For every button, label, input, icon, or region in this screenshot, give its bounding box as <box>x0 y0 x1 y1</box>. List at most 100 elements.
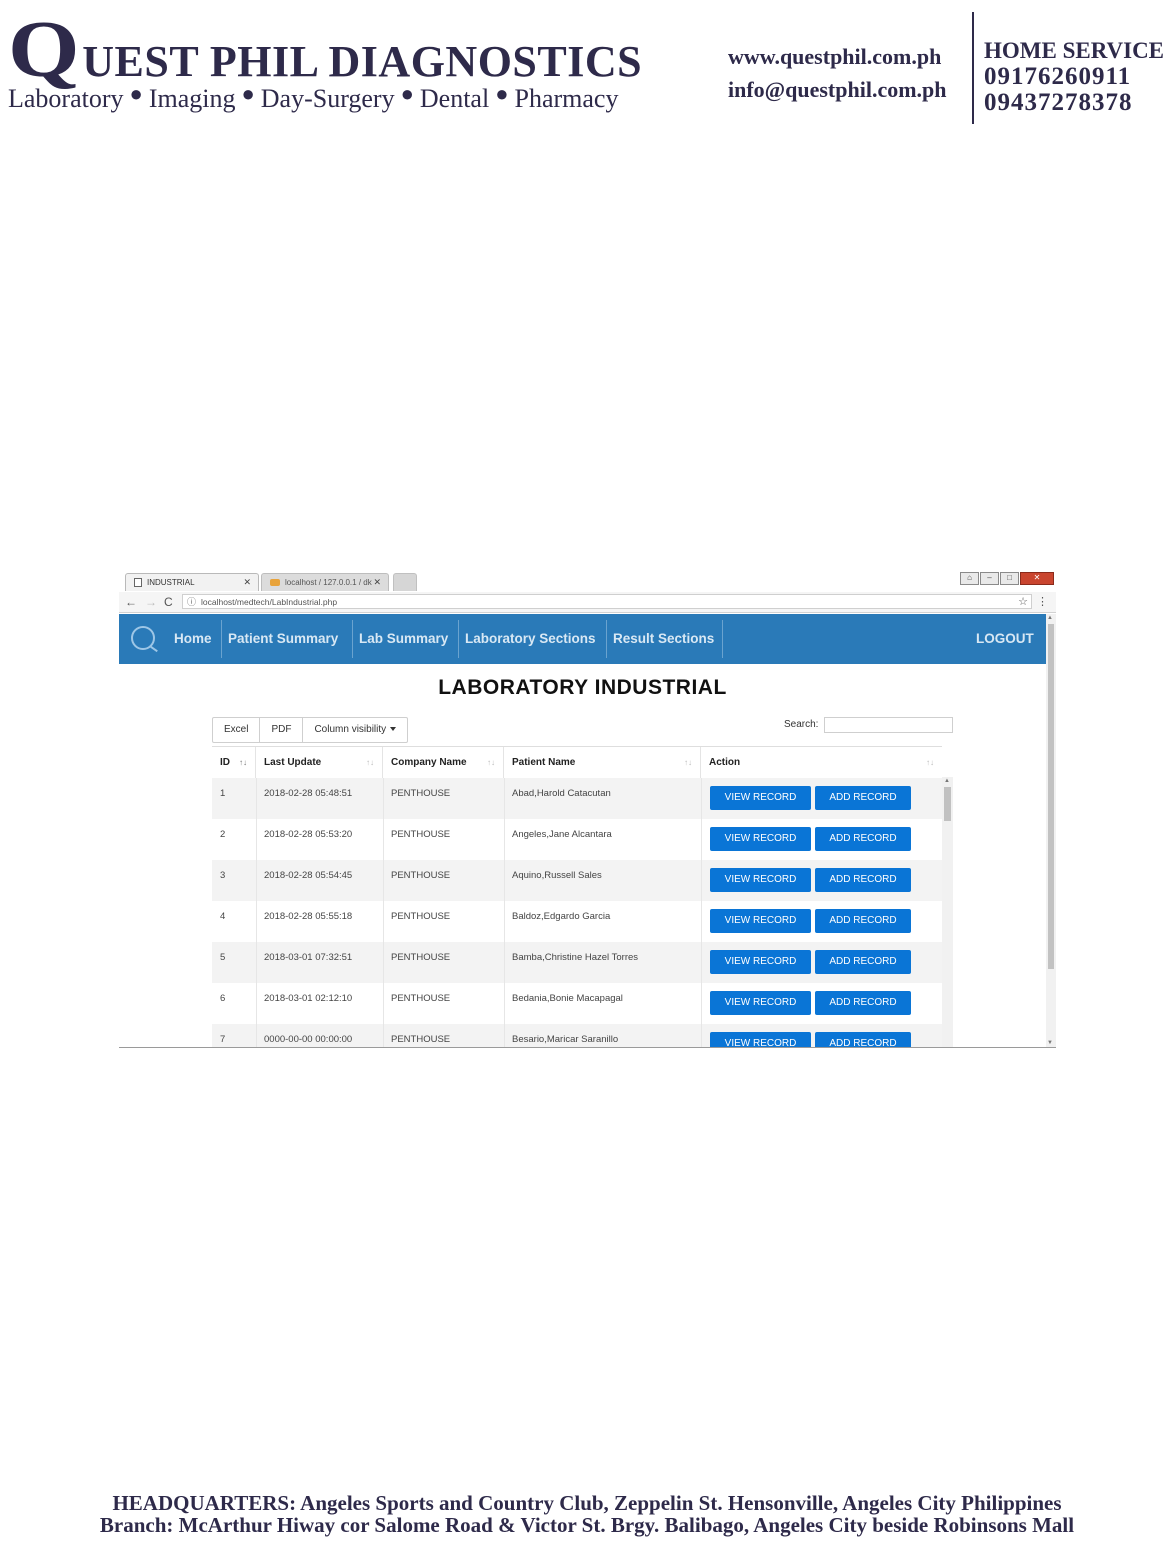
app-logo-icon[interactable] <box>131 626 155 650</box>
forward-icon[interactable]: → <box>145 595 157 609</box>
tab-phpmyadmin[interactable]: localhost / 127.0.0.1 / dk ✕ <box>261 573 389 591</box>
table-scrollbar[interactable]: ▲ <box>942 777 953 1047</box>
add-record-button[interactable]: ADD RECORD <box>815 868 911 892</box>
nav-divider <box>352 620 353 658</box>
sort-icon: ↑↓ <box>487 758 495 767</box>
page-viewport: Home Patient Summary Lab Summary Laborat… <box>119 614 1046 1047</box>
nav-result-sections[interactable]: Result Sections <box>613 614 714 664</box>
column-divider <box>504 778 505 1047</box>
nav-lab-summary[interactable]: Lab Summary <box>359 614 448 664</box>
column-label: Action <box>709 757 741 768</box>
excel-button[interactable]: Excel <box>213 718 261 742</box>
window-controls: ⌂ – □ ✕ <box>960 572 1054 585</box>
column-label: Last Update <box>264 757 322 768</box>
table-row: 4 2018-02-28 05:55:18 PENTHOUSE Baldoz,Edga… <box>212 901 942 942</box>
url-text: localhost/medtech/LabIndustrial.php <box>201 597 338 607</box>
column-visibility-button[interactable]: Column visibility <box>303 718 407 742</box>
close-tab-icon[interactable]: ✕ <box>373 577 381 588</box>
column-header-company-name[interactable]: Company Name ↑↓ <box>383 747 504 778</box>
bookmark-star-icon[interactable]: ☆ <box>1018 595 1028 608</box>
info-icon[interactable]: ⓘ <box>187 595 196 610</box>
menu-dots-icon[interactable]: ⋮ <box>1037 595 1048 608</box>
cell-id: 6 <box>220 993 226 1004</box>
logout-link[interactable]: LOGOUT <box>976 614 1034 664</box>
sort-icon: ↑↓ <box>239 758 247 767</box>
view-record-button[interactable]: VIEW RECORD <box>710 786 811 810</box>
nav-home[interactable]: Home <box>174 614 212 664</box>
bullet-icon: ● <box>129 81 143 106</box>
home-service-block: HOME SERVICE 09176260911 09437278378 <box>984 38 1164 116</box>
pdf-button[interactable]: PDF <box>260 718 304 742</box>
column-header-action[interactable]: Action ↑↓ <box>701 747 942 778</box>
table-row: 2 2018-02-28 05:53:20 PENTHOUSE Angeles,Jan… <box>212 819 942 860</box>
cell-id: 7 <box>220 1034 226 1045</box>
column-header-patient-name[interactable]: Patient Name ↑↓ <box>504 747 701 778</box>
nav-laboratory-sections[interactable]: Laboratory Sections <box>465 614 596 664</box>
letterhead-brand: QUEST PHIL DIAGNOSTICS Laboratory ● Imagin… <box>8 10 708 114</box>
cell-id: 2 <box>220 829 226 840</box>
new-tab-button[interactable] <box>393 573 417 591</box>
cell-company: PENTHOUSE <box>391 870 451 881</box>
cell-last-update: 2018-03-01 02:12:10 <box>264 993 353 1004</box>
maximize-icon[interactable]: □ <box>1000 572 1019 585</box>
user-icon[interactable]: ⌂ <box>960 572 979 585</box>
nav-patient-summary[interactable]: Patient Summary <box>228 614 338 664</box>
sort-icon: ↑↓ <box>366 758 374 767</box>
view-record-button[interactable]: VIEW RECORD <box>710 827 811 851</box>
tab-industrial[interactable]: INDUSTRIAL ✕ <box>125 573 259 591</box>
back-icon[interactable]: ← <box>125 595 137 609</box>
scroll-up-icon[interactable]: ▲ <box>944 778 950 784</box>
add-record-button[interactable]: ADD RECORD <box>815 950 911 974</box>
view-record-button[interactable]: VIEW RECORD <box>710 1032 811 1047</box>
add-record-button[interactable]: ADD RECORD <box>815 1032 911 1047</box>
reload-icon[interactable]: C <box>164 595 173 609</box>
nav-divider <box>606 620 607 658</box>
view-record-button[interactable]: VIEW RECORD <box>710 909 811 933</box>
cell-last-update: 0000-00-00 00:00:00 <box>264 1034 353 1045</box>
add-record-button[interactable]: ADD RECORD <box>815 991 911 1015</box>
cell-id: 5 <box>220 952 226 963</box>
service-item: Dental <box>419 84 490 113</box>
url-input[interactable]: ⓘ localhost/medtech/LabIndustrial.php <box>182 594 1032 609</box>
bullet-icon: ● <box>400 81 414 106</box>
service-list: Laboratory ● Imaging ● Day-Surgery ● Dental ● Ph… <box>8 81 708 114</box>
column-visibility-label: Column visibility <box>314 724 387 735</box>
page-scrollbar[interactable]: ▲ ▼ <box>1046 614 1056 1047</box>
cell-last-update: 2018-02-28 05:54:45 <box>264 870 353 881</box>
phone-number: 09437278378 <box>984 89 1133 116</box>
cell-last-update: 2018-02-28 05:48:51 <box>264 788 353 799</box>
close-tab-icon[interactable]: ✕ <box>243 577 251 588</box>
scroll-thumb[interactable] <box>944 787 951 821</box>
column-header-id[interactable]: ID ↑↓ <box>212 747 256 778</box>
column-header-last-update[interactable]: Last Update ↑↓ <box>256 747 383 778</box>
contact-info: www.questphil.com.ph info@questphil.com.… <box>728 40 947 106</box>
table-row: 3 2018-02-28 05:54:45 PENTHOUSE Aquino,Russ… <box>212 860 942 901</box>
cell-id: 4 <box>220 911 226 922</box>
add-record-button[interactable]: ADD RECORD <box>815 909 911 933</box>
caret-down-icon <box>390 727 397 732</box>
search-input[interactable] <box>824 717 953 733</box>
phone-number: 09176260911 <box>984 63 1132 90</box>
scroll-down-icon[interactable]: ▼ <box>1047 1040 1053 1046</box>
view-record-button[interactable]: VIEW RECORD <box>710 868 811 892</box>
records-table: ID ↑↓ Last Update ↑↓ Company Name ↑↓ Patien… <box>212 746 942 1047</box>
add-record-button[interactable]: ADD RECORD <box>815 786 911 810</box>
cell-company: PENTHOUSE <box>391 952 451 963</box>
close-window-icon[interactable]: ✕ <box>1020 572 1054 585</box>
table-body: 1 2018-02-28 05:48:51 PENTHOUSE Abad,Harold… <box>212 778 942 1047</box>
brand-name: QUEST PHIL DIAGNOSTICS <box>8 10 708 90</box>
scroll-thumb[interactable] <box>1048 624 1054 969</box>
service-item: Pharmacy <box>514 84 619 113</box>
table-row: 1 2018-02-28 05:48:51 PENTHOUSE Abad,Harold… <box>212 778 942 819</box>
nav-divider <box>458 620 459 658</box>
minimize-icon[interactable]: – <box>980 572 999 585</box>
home-service-label: HOME SERVICE <box>984 38 1165 63</box>
add-record-button[interactable]: ADD RECORD <box>815 827 911 851</box>
column-label: ID <box>220 757 230 768</box>
address-bar: ← → C ⓘ localhost/medtech/LabIndustrial.… <box>119 592 1056 613</box>
scroll-up-icon[interactable]: ▲ <box>1047 615 1053 621</box>
table-row: 5 2018-03-01 07:32:51 PENTHOUSE Bamba,Chris… <box>212 942 942 983</box>
view-record-button[interactable]: VIEW RECORD <box>710 991 811 1015</box>
phpmyadmin-icon <box>270 579 280 586</box>
view-record-button[interactable]: VIEW RECORD <box>710 950 811 974</box>
